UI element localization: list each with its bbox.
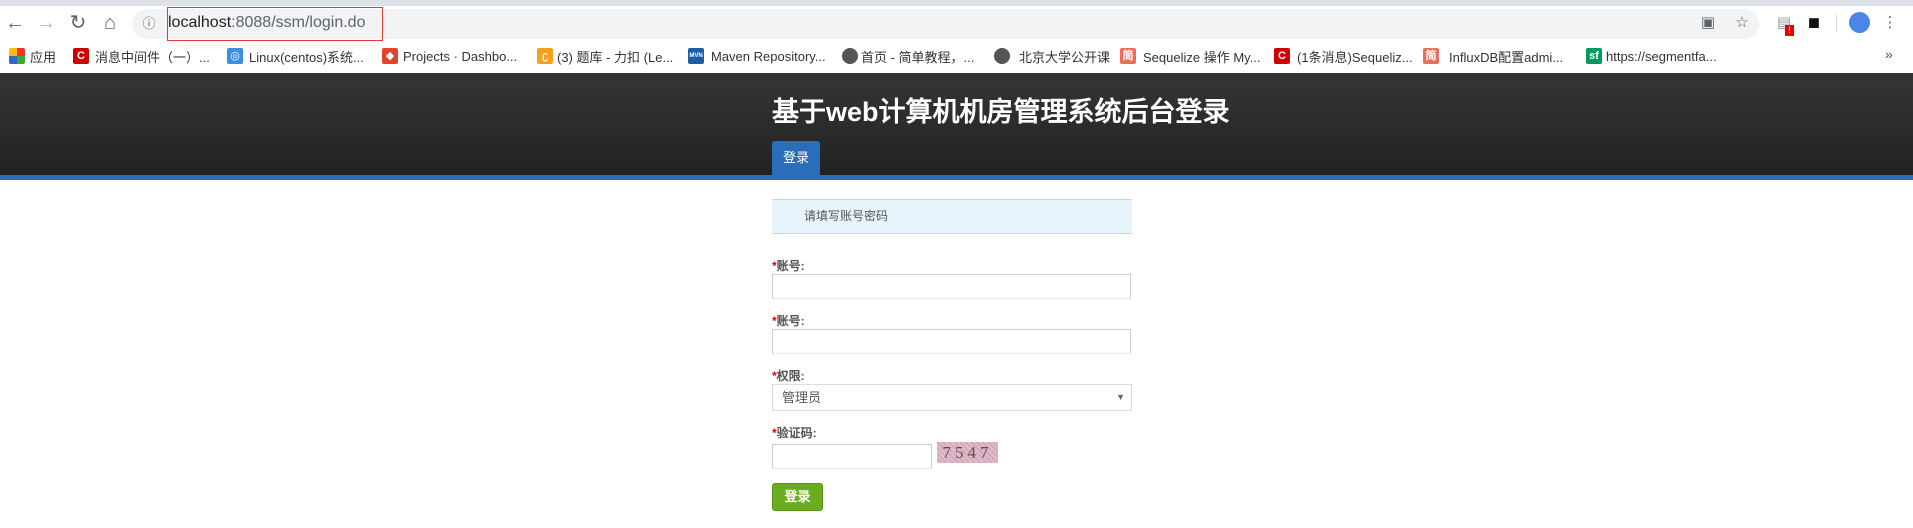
jianshu-icon: 简 — [1120, 48, 1136, 64]
account-input[interactable] — [772, 274, 1131, 299]
bookmarks-more-button[interactable]: » — [1885, 46, 1893, 62]
divider — [1836, 14, 1837, 32]
jianshu-icon: 简 — [1423, 48, 1439, 64]
bookmark-item[interactable]: 首页 - 简单教程，... — [842, 46, 974, 66]
menu-icon[interactable]: ⋮ — [1880, 13, 1900, 33]
maven-icon: MVN — [688, 48, 704, 64]
translate-icon[interactable]: ▣ — [1698, 13, 1718, 33]
info-icon[interactable]: ⓘ — [139, 14, 159, 34]
bookmark-label: (3) 题库 - 力扣 (Le... — [557, 49, 674, 65]
extension2-icon[interactable]: ◼ — [1804, 13, 1824, 33]
bookmark-label: Linux(centos)系统... — [249, 49, 364, 65]
bookmark-label: Maven Repository... — [711, 48, 826, 64]
tab-login[interactable]: 登录 — [772, 141, 820, 175]
bookmark-item[interactable]: MVN Maven Repository... — [688, 46, 826, 66]
bookmark-item[interactable]: 简 InfluxDB配置admi... — [1423, 46, 1563, 66]
bookmark-label: 应用 — [30, 49, 57, 65]
csdn-icon: C — [1274, 48, 1290, 64]
account-label: *账号: — [772, 257, 805, 274]
header-accent-bar — [0, 175, 1913, 180]
label-text: 验证码: — [776, 426, 817, 440]
bookmark-item[interactable]: 简 Sequelize 操作 My... — [1120, 46, 1261, 66]
reload-icon[interactable]: ↻ — [67, 12, 89, 34]
label-text: 账号: — [776, 259, 805, 273]
bookmark-label: InfluxDB配置admi... — [1449, 49, 1564, 65]
role-label: *权限: — [772, 367, 805, 384]
bookmark-label: Sequelize 操作 My... — [1143, 49, 1261, 65]
back-icon[interactable]: ← — [4, 12, 26, 34]
avatar[interactable] — [1849, 12, 1870, 33]
role-selected-value: 管理员 — [782, 390, 822, 405]
password-input[interactable] — [772, 329, 1131, 354]
site-icon: ◎ — [227, 48, 243, 64]
captcha-label: *验证码: — [772, 424, 817, 441]
bookmark-label: 首页 - 简单教程，... — [861, 49, 975, 65]
apps-grid-icon — [9, 48, 25, 64]
bookmark-label: 北京大学公开课 — [1019, 49, 1111, 65]
dropdown-arrow-icon: ▼ — [1116, 392, 1125, 402]
captcha-input[interactable] — [772, 444, 932, 469]
bookmark-item[interactable]: ◆ Projects · Dashbo... — [382, 46, 517, 66]
segmentfault-icon: sf — [1586, 48, 1602, 64]
home-icon[interactable]: ⌂ — [99, 12, 121, 34]
bookmark-label: (1条消息)Sequeliz... — [1297, 49, 1413, 65]
leetcode-icon: ʗ — [537, 48, 553, 64]
page-title: 基于web计算机机房管理系统后台登录 — [772, 97, 1230, 127]
bookmark-label: Projects · Dashbo... — [403, 48, 518, 64]
password-label: *账号: — [772, 312, 805, 329]
forward-icon[interactable]: → — [35, 12, 57, 34]
captcha-image[interactable]: 7547 — [937, 442, 998, 463]
label-text: 权限: — [776, 369, 805, 383]
bookmark-item[interactable]: 北京大学公开课 — [994, 46, 1110, 66]
bookmark-item[interactable]: sf https://segmentfa... — [1586, 46, 1717, 66]
bookmark-item[interactable]: C (1条消息)Sequeliz... — [1274, 46, 1413, 66]
url-highlight-box — [167, 7, 383, 41]
bookmark-item[interactable]: ◎ Linux(centos)系统... — [227, 46, 364, 66]
bookmark-label: https://segmentfa... — [1606, 48, 1717, 64]
gitlab-icon: ◆ — [382, 48, 398, 64]
bookmark-label: 消息中间件（一）... — [95, 49, 210, 65]
label-text: 账号: — [776, 314, 805, 328]
globe-icon — [842, 48, 858, 64]
bookmark-item[interactable]: C 消息中间件（一）... — [73, 46, 210, 66]
bookmark-item[interactable]: 应用 — [9, 46, 56, 66]
csdn-icon: C — [73, 48, 89, 64]
info-alert: 请填写账号密码 — [772, 199, 1132, 234]
role-select[interactable]: 管理员 ▼ — [772, 384, 1132, 411]
extension-badge-icon: ! — [1785, 25, 1794, 36]
login-button[interactable]: 登录 — [772, 483, 823, 511]
globe-icon — [994, 48, 1010, 64]
bookmark-item[interactable]: ʗ (3) 题库 - 力扣 (Le... — [537, 46, 673, 66]
star-icon[interactable]: ☆ — [1732, 13, 1752, 33]
